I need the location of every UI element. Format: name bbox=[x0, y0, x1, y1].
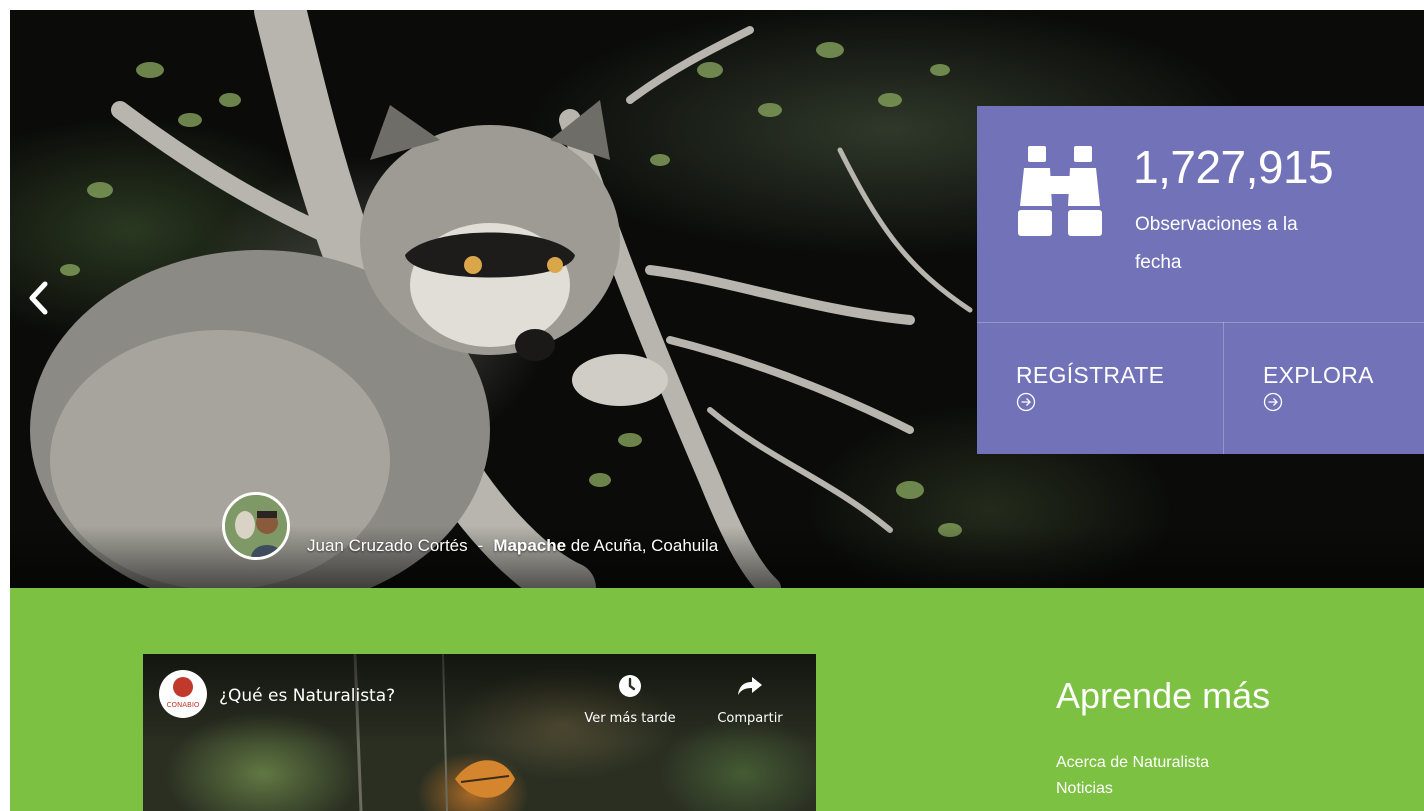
photographer-avatar[interactable] bbox=[222, 492, 290, 560]
channel-logo[interactable]: CONABIO bbox=[159, 670, 207, 718]
share-button[interactable]: Compartir bbox=[705, 674, 795, 726]
observation-count-block: 1,727,915 Observaciones a la fecha bbox=[977, 106, 1424, 322]
news-link[interactable]: Noticias bbox=[1056, 776, 1270, 802]
avatar-photo bbox=[225, 495, 287, 557]
clock-icon bbox=[619, 675, 641, 697]
hero-previous-button[interactable] bbox=[22, 272, 54, 324]
photo-caption: Juan Cruzado Cortés - Mapache de Acuña, Co… bbox=[307, 536, 718, 556]
caption-separator: - bbox=[477, 536, 484, 555]
observation-count: 1,727,915 bbox=[1133, 141, 1334, 193]
channel-logo-mark bbox=[173, 677, 193, 697]
observation-count-label: Observaciones a la fecha bbox=[1135, 214, 1298, 273]
observation-place: de Acuña, Coahuila bbox=[570, 536, 719, 555]
register-label: REGÍSTRATE bbox=[1016, 362, 1165, 388]
binoculars-icon bbox=[1018, 146, 1102, 236]
watch-later-label: Ver más tarde bbox=[584, 711, 676, 726]
chevron-left-icon bbox=[29, 281, 48, 315]
arrow-circle-right-icon bbox=[1016, 392, 1036, 412]
intro-video-player[interactable]: CONABIO ¿Qué es Naturalista? Ver más tar… bbox=[143, 654, 816, 811]
observations-panel: 1,727,915 Observaciones a la fecha REGÍS… bbox=[977, 106, 1424, 454]
learn-more-section: Aprende más Acerca de Naturalista Notici… bbox=[1056, 674, 1270, 802]
learn-more-heading: Aprende más bbox=[1056, 675, 1271, 716]
channel-logo-text: CONABIO bbox=[166, 701, 200, 709]
explore-button[interactable]: EXPLORA bbox=[1224, 322, 1424, 454]
learn-more-links: Acerca de Naturalista Noticias bbox=[1056, 750, 1270, 802]
share-label: Compartir bbox=[717, 711, 783, 726]
watch-later-button[interactable]: Ver más tarde bbox=[575, 674, 685, 726]
register-button[interactable]: REGÍSTRATE bbox=[977, 322, 1223, 454]
arrow-circle-right-icon bbox=[1263, 392, 1283, 412]
explore-label: EXPLORA bbox=[1263, 362, 1374, 388]
video-title[interactable]: ¿Qué es Naturalista? bbox=[219, 686, 395, 706]
share-arrow-icon bbox=[738, 677, 762, 695]
photographer-name[interactable]: Juan Cruzado Cortés bbox=[307, 536, 468, 555]
about-link[interactable]: Acerca de Naturalista bbox=[1056, 750, 1270, 776]
taxon-name[interactable]: Mapache bbox=[493, 536, 566, 555]
